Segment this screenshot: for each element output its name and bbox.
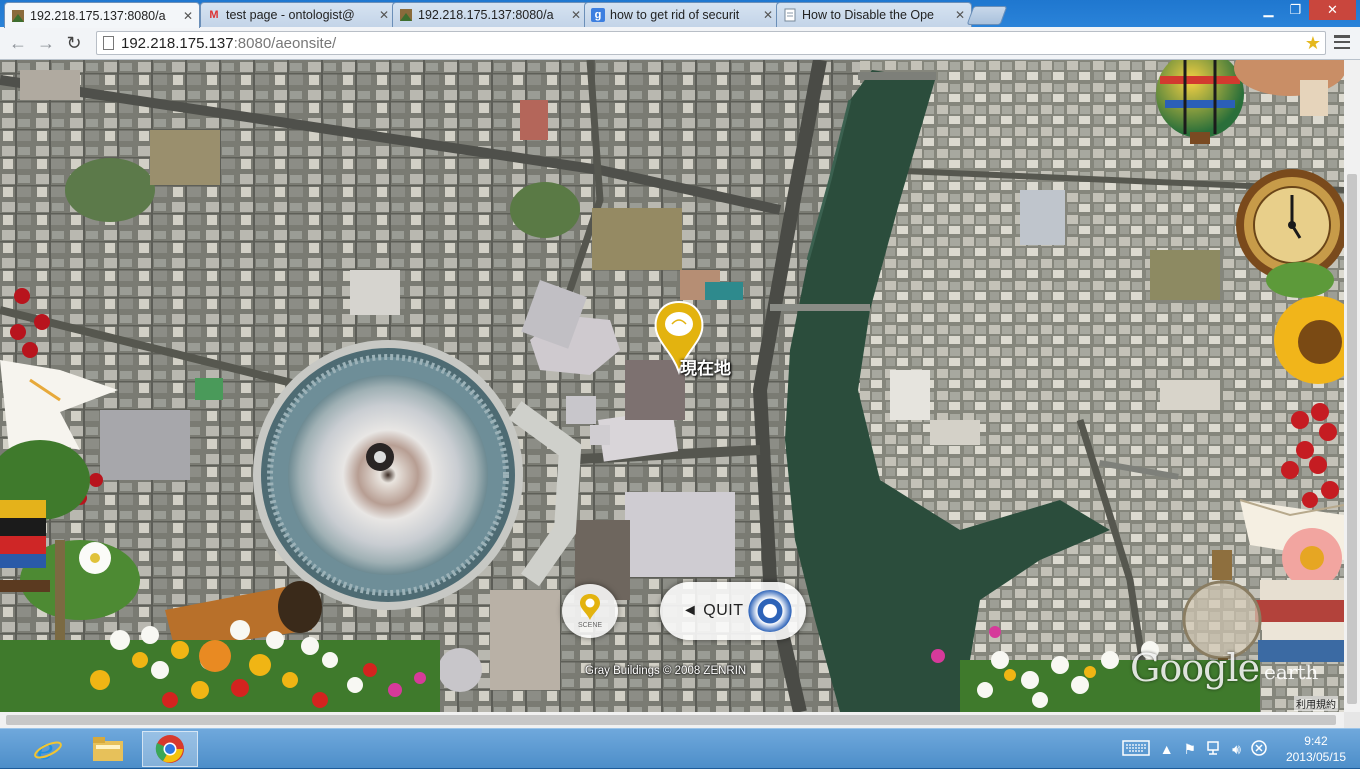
reload-icon[interactable]: ↻ xyxy=(62,31,86,55)
quit-button[interactable]: ◄ QUIT xyxy=(660,582,806,640)
menu-icon[interactable] xyxy=(1334,35,1350,49)
map-copyright: Gray Buildings © 2008 ZENRIN xyxy=(585,665,747,677)
google-earth-logo: Google xyxy=(1130,646,1260,690)
google-icon: g xyxy=(591,8,605,22)
tab-3[interactable]: 192.218.175.137:8080/a ✕ xyxy=(392,2,588,27)
tab-4[interactable]: g how to get rid of securit ✕ xyxy=(584,2,780,27)
network-icon[interactable] xyxy=(1206,740,1222,759)
terms-link[interactable]: 利用規約 xyxy=(1294,696,1338,711)
tab-strip: 192.218.175.137:8080/a ✕ M test page - o… xyxy=(0,0,1360,28)
horizontal-scroll-thumb[interactable] xyxy=(6,715,1336,725)
browser-toolbar: ← → ↻ 192.218.175.137:8080/aeonsite/ ★ xyxy=(0,27,1360,60)
scene-label: SCENE xyxy=(577,622,603,629)
tab-2[interactable]: M test page - ontologist@ ✕ xyxy=(200,2,396,27)
minimize-icon[interactable]: ▁ xyxy=(1255,0,1282,20)
chrome-icon[interactable] xyxy=(142,731,198,767)
scene-button[interactable]: SCENE xyxy=(562,584,618,638)
close-window-icon[interactable]: ✕ xyxy=(1309,0,1356,20)
google-earth-logo-sub: earth xyxy=(1264,660,1319,684)
tab-title: test page - ontologist@ xyxy=(226,8,355,22)
internet-explorer-icon[interactable]: e xyxy=(20,731,76,767)
tab-close-icon[interactable]: ✕ xyxy=(183,9,193,23)
tab-title: 192.218.175.137:8080/a xyxy=(30,8,166,23)
brand-logo-icon xyxy=(748,590,792,632)
tab-1[interactable]: 192.218.175.137:8080/a ✕ xyxy=(4,2,200,28)
action-center-flag-icon[interactable]: ⚑ xyxy=(1184,741,1197,758)
clock-date: 2013/05/15 xyxy=(1285,750,1346,764)
window-controls: ▁ ❐ ✕ xyxy=(1255,0,1356,20)
system-clock[interactable]: 9:42 2013/05/15 xyxy=(1286,733,1346,765)
tab-5[interactable]: How to Disable the Ope ✕ xyxy=(776,2,972,27)
file-explorer-icon[interactable] xyxy=(80,731,136,767)
clock-time: 9:42 xyxy=(1304,734,1328,748)
url-path: :8080/aeonsite/ xyxy=(233,35,337,52)
vertical-scroll-thumb[interactable] xyxy=(1347,174,1357,704)
system-tray: ▲ ⚑ 🔊︎ 9:42 2013/05/15 xyxy=(1117,729,1346,769)
page-icon xyxy=(103,36,114,50)
earth-favicon-icon xyxy=(11,9,25,23)
new-tab-button[interactable] xyxy=(966,6,1008,25)
vertical-scrollbar[interactable] xyxy=(1344,60,1360,712)
tab-close-icon[interactable]: ✕ xyxy=(379,8,389,22)
show-hidden-icons-icon[interactable]: ▲ xyxy=(1160,741,1174,757)
page-content: 現在地 SCENE ◄ QUIT Gray Buildings © 2008 Z… xyxy=(0,60,1344,712)
keyboard-icon[interactable] xyxy=(1121,739,1150,759)
windows-taskbar: e ▲ ⚑ 🔊︎ 9:42 2013/05/15 xyxy=(0,728,1360,768)
tab-title: 192.218.175.137:8080/a xyxy=(418,8,554,22)
forward-arrow-icon[interactable]: → xyxy=(34,31,58,55)
address-url[interactable]: 192.218.175.137:8080/aeonsite/ xyxy=(121,35,336,52)
tab-title: how to get rid of securit xyxy=(610,8,740,22)
tab-title: How to Disable the Ope xyxy=(802,8,935,22)
horizontal-scrollbar[interactable] xyxy=(0,712,1344,728)
page-icon xyxy=(783,8,797,22)
security-alert-icon[interactable] xyxy=(1251,739,1267,759)
tab-close-icon[interactable]: ✕ xyxy=(763,8,773,22)
bookmark-star-icon[interactable]: ★ xyxy=(1305,33,1321,54)
maximize-icon[interactable]: ❐ xyxy=(1282,0,1309,20)
gmail-icon: M xyxy=(209,9,219,21)
tab-close-icon[interactable]: ✕ xyxy=(955,8,965,22)
volume-icon[interactable]: 🔊︎ xyxy=(1232,741,1241,758)
quit-label: ◄ QUIT xyxy=(682,602,744,619)
scrollbar-corner xyxy=(1344,712,1360,728)
current-location-label: 現在地 xyxy=(680,359,731,378)
earth-favicon-icon xyxy=(399,8,413,22)
address-bar[interactable]: 192.218.175.137:8080/aeonsite/ ★ xyxy=(96,31,1326,55)
url-host: 192.218.175.137 xyxy=(121,35,234,52)
location-pin-icon xyxy=(580,594,600,620)
tab-close-icon[interactable]: ✕ xyxy=(571,8,581,22)
back-arrow-icon[interactable]: ← xyxy=(6,31,30,55)
